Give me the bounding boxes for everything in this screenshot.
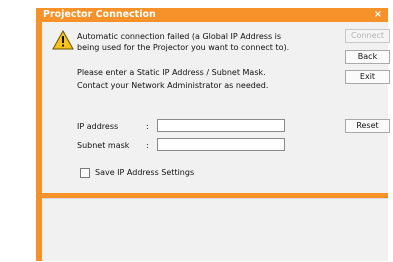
reset-button[interactable]: Reset [345, 119, 390, 133]
ip-address-label: IP address [77, 122, 119, 131]
ip-address-colon: : [146, 122, 149, 131]
subnet-mask-colon: : [146, 141, 149, 150]
subnet-mask-label: Subnet mask [77, 141, 130, 150]
projector-connection-dialog: Projector Connection × Automatic connect… [36, 8, 390, 261]
connect-button[interactable]: Connect [345, 29, 390, 43]
close-button[interactable]: × [372, 9, 384, 21]
instruction-line-2: Contact your Network Administrator as ne… [77, 81, 269, 90]
window-title: Projector Connection [43, 9, 156, 20]
status-area [42, 198, 388, 261]
save-settings-checkbox[interactable] [80, 168, 90, 178]
save-settings-label: Save IP Address Settings [95, 168, 195, 177]
title-bar: Projector Connection × [36, 8, 388, 22]
error-message-line-2: being used for the Projector you want to… [77, 43, 290, 52]
subnet-mask-input[interactable] [157, 138, 285, 151]
error-message-line-1: Automatic connection failed (a Global IP… [77, 32, 282, 41]
warning-icon [52, 30, 74, 50]
back-button[interactable]: Back [345, 50, 390, 64]
exit-button[interactable]: Exit [345, 70, 390, 84]
ip-address-input[interactable] [157, 119, 285, 132]
instruction-line-1: Please enter a Static IP Address / Subne… [77, 68, 266, 77]
